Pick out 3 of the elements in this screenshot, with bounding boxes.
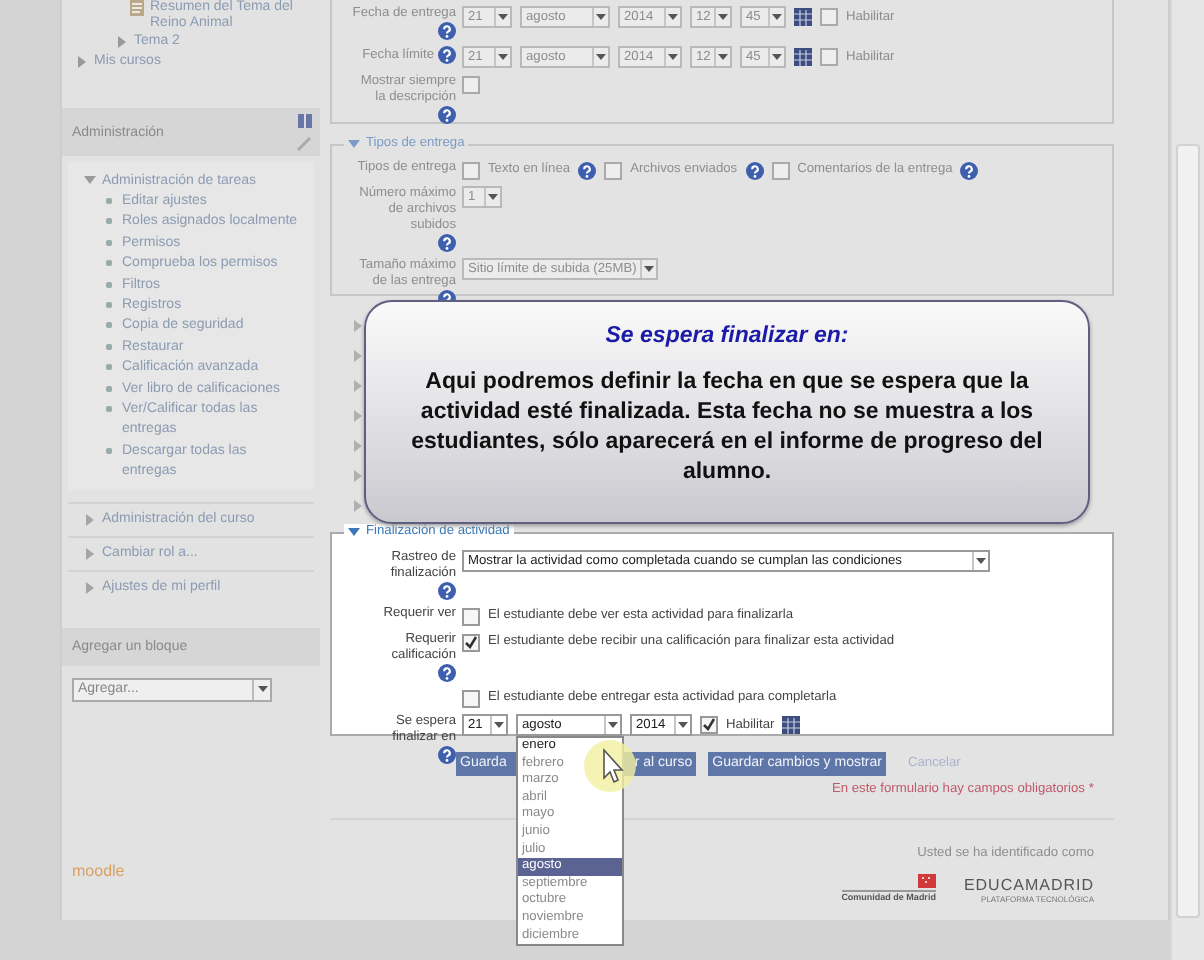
tooltip-text: Aqui podremos definir la fecha en que se espera que la actividad esté finalizada. Esta fecha no se muestra a los estudiantes, sólo aparecerá en el informe de progreso del alumno.: [409, 368, 1045, 488]
platform-logo: EDUCAMADRID: [963, 876, 1094, 894]
tooltip-title: Se espera finalizar en:: [603, 328, 851, 344]
